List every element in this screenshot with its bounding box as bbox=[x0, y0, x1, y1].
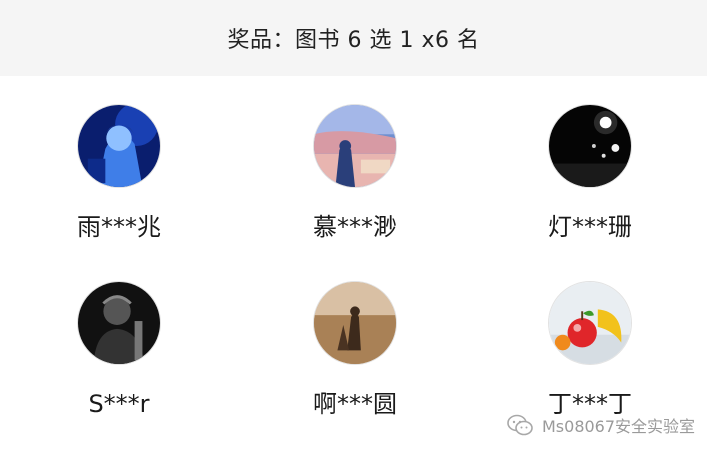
anime-character-avatar bbox=[77, 104, 161, 188]
winner-card[interactable]: 雨***兆 bbox=[39, 104, 199, 242]
winner-card[interactable]: 慕***渺 bbox=[275, 104, 435, 242]
evening-sky-photo-avatar bbox=[313, 104, 397, 188]
winner-name: 啊***圆 bbox=[313, 390, 397, 418]
winner-name: 慕***渺 bbox=[313, 213, 397, 241]
night-lights-avatar bbox=[548, 104, 632, 188]
winner-card[interactable]: 灯***珊 bbox=[510, 104, 670, 242]
winner-card[interactable]: S***r bbox=[39, 281, 199, 419]
watermark-text: Ms08067安全实验室 bbox=[542, 417, 696, 436]
prize-header: 奖品：图书 6 选 1 x6 名 bbox=[0, 0, 707, 76]
prize-title: 奖品：图书 6 选 1 x6 名 bbox=[227, 28, 480, 53]
watermark: Ms08067安全实验室 bbox=[506, 413, 695, 437]
winner-card[interactable]: 啊***圆 bbox=[275, 281, 435, 419]
winner-name: S***r bbox=[88, 390, 150, 418]
dark-portrait-avatar bbox=[77, 281, 161, 365]
winner-card[interactable]: 丁***丁 bbox=[510, 281, 670, 419]
winner-name: 灯***珊 bbox=[548, 213, 632, 241]
wechat-icon bbox=[507, 414, 533, 436]
fruit-illustration-avatar bbox=[548, 281, 632, 365]
winner-name: 雨***兆 bbox=[77, 213, 161, 241]
beach-couple-avatar bbox=[313, 281, 397, 365]
